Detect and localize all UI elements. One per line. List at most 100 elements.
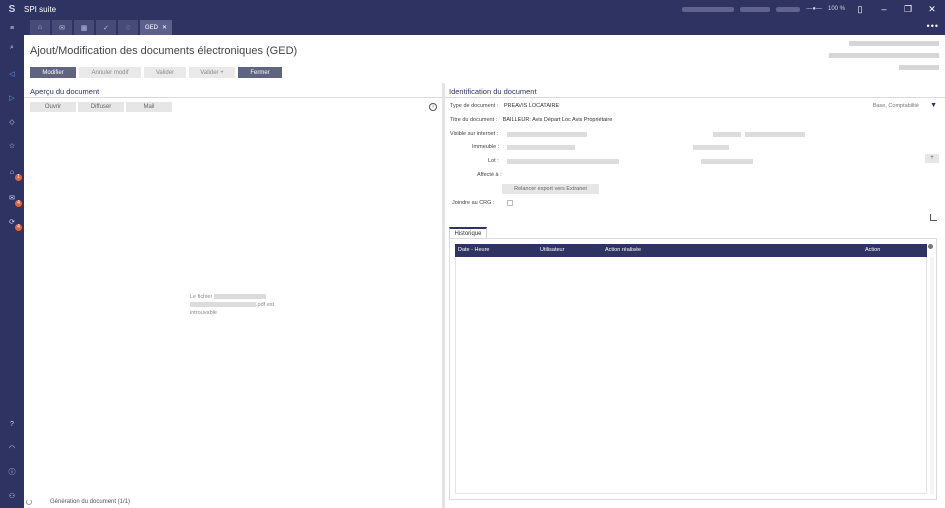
mail-icon[interactable]: ✉ 4 [4, 190, 22, 207]
user-info-blurred [682, 6, 735, 12]
info-icon[interactable]: ⓘ [4, 464, 20, 480]
tab-ged-label: GED [144, 24, 158, 31]
notification-badge: 1 [15, 174, 22, 181]
type-document-row: Type de document : PREAVIS LOCATAIRE [450, 103, 559, 109]
blurred-line [899, 65, 939, 70]
ouvrir-button[interactable]: Ouvrir [30, 102, 76, 112]
loading-spinner-icon [26, 499, 32, 505]
modifier-button[interactable]: Modifier [30, 67, 76, 78]
history-table-body [455, 257, 927, 494]
divider [24, 97, 442, 98]
joindre-crg-checkbox[interactable] [507, 200, 513, 206]
titre-document-row: Titre du document : BAILLEUR: Avis Dépar… [450, 117, 612, 123]
header-info-blurred [819, 41, 939, 77]
divider [445, 97, 945, 98]
history-table-header: Date - Heure Utilisateur Action réalisée… [455, 244, 927, 257]
historique-panel: Date - Heure Utilisateur Action réalisée… [449, 238, 937, 500]
blurred-value [701, 159, 753, 164]
history-scrollbar[interactable] [930, 257, 934, 494]
title-bar: S SPI suite —●— 100 % ▯ – ❐ ✕ [0, 0, 945, 18]
page-title: Ajout/Modification des documents électro… [30, 45, 298, 57]
preview-panel: Aperçu du document Ouvrir Diffuser Mail … [24, 83, 442, 508]
tab-strip: ⌂ ✉ ▦ ✓ ♢ GED ✕ ••• [24, 18, 945, 35]
left-navigation-rail: ≡ ⌕ ◁ ▷ ◇ ☆ ⌂ 1 ✉ 4 ⟳ 4 ? ◠ ⓘ ⚇ [0, 18, 24, 508]
identification-panel: Identification du document Base, Comptab… [445, 83, 945, 508]
app-title: SPI suite [24, 4, 57, 14]
notfound-prefix: Le fichier [190, 294, 213, 300]
preview-buttons: Ouvrir Diffuser Mail [30, 102, 172, 112]
lot-row: Lot : [488, 158, 499, 164]
sync-icon[interactable]: ⟳ 4 [4, 214, 22, 231]
calendar-icon[interactable]: ▦ [74, 20, 94, 35]
visible-internet-row: Visible sur internet : [450, 131, 498, 137]
home-icon[interactable]: ⌂ [30, 20, 50, 35]
search-icon[interactable]: ⌕ [4, 40, 20, 56]
blurred-filename [213, 294, 266, 300]
blurred-label [693, 145, 729, 150]
immeuble-label: Immeuble : [472, 144, 500, 150]
titre-document-label: Titre du document : [450, 117, 498, 123]
valider-plus-button[interactable]: Valider + [189, 67, 235, 78]
help-icon[interactable]: ? [4, 416, 20, 432]
column-action[interactable]: Action [865, 247, 880, 253]
add-button[interactable]: + [925, 154, 939, 163]
filter-icon[interactable]: ▼ [930, 102, 937, 109]
settings-dot-icon[interactable] [928, 244, 933, 249]
expand-icon[interactable] [930, 214, 937, 221]
tab-close-icon[interactable]: ✕ [162, 24, 167, 31]
favorites-star-icon[interactable]: ☆ [4, 138, 20, 154]
valider-button[interactable]: Valider [144, 67, 186, 78]
mail-tab-icon[interactable]: ✉ [52, 20, 72, 35]
document-icon[interactable]: ▯ [851, 4, 869, 15]
fermer-button[interactable]: Fermer [238, 67, 282, 78]
relancer-export-button[interactable]: Relancer export vers Extranet [502, 184, 599, 194]
collapse-left-icon[interactable]: ◁ [4, 66, 20, 82]
identification-title: Identification du document [449, 87, 537, 96]
immeuble-value-blurred[interactable] [507, 145, 575, 150]
affecte-label: Affecté à : [477, 172, 502, 178]
user-icon[interactable]: ⚇ [4, 488, 20, 504]
joindre-crg-label: Joindre au CRG : [452, 200, 495, 206]
info-icon[interactable]: i [429, 103, 437, 111]
check-icon[interactable]: ✓ [96, 20, 116, 35]
menu-icon[interactable]: ≡ [4, 20, 20, 36]
code-icon[interactable]: ◇ [4, 114, 20, 130]
titre-document-value[interactable]: BAILLEUR: Avis Départ Loc Avis Propriéta… [503, 117, 613, 123]
type-document-label: Type de document : [450, 103, 499, 109]
diffuser-button[interactable]: Diffuser [78, 102, 124, 112]
zoom-level: 100 % [827, 6, 845, 12]
column-action-realisee[interactable]: Action réalisée [605, 247, 641, 253]
lot-value-blurred[interactable] [507, 159, 619, 164]
status-info-blurred [776, 6, 801, 12]
blurred-filename [190, 302, 256, 308]
mail-button[interactable]: Mail [126, 102, 172, 112]
notification-badge: 4 [15, 200, 22, 207]
base-comptabilite-link[interactable]: Base, Comptabilité [873, 103, 919, 109]
notification-badge: 4 [15, 224, 22, 231]
column-utilisateur[interactable]: Utilisateur [540, 247, 564, 253]
preview-title: Aperçu du document [30, 87, 100, 96]
headset-icon[interactable]: ◠ [4, 440, 20, 456]
visible-internet-label: Visible sur internet : [450, 131, 499, 137]
tab-ged[interactable]: GED ✕ [140, 20, 172, 35]
column-date-heure[interactable]: Date - Heure [458, 247, 490, 253]
restore-button[interactable]: ❐ [899, 4, 917, 15]
status-bar: Génération du document (1/1) [26, 499, 130, 505]
affecte-row: Affecté à : [477, 172, 502, 178]
expand-right-icon[interactable]: ▷ [4, 90, 20, 106]
bell-icon[interactable]: ♢ [118, 20, 138, 35]
blurred-line [829, 53, 939, 58]
type-document-value[interactable]: PREAVIS LOCATAIRE [504, 103, 559, 109]
more-options-icon[interactable]: ••• [927, 21, 939, 31]
blurred-value [745, 132, 805, 137]
visible-internet-value-blurred[interactable] [507, 132, 587, 137]
minimize-button[interactable]: – [875, 4, 893, 14]
close-button[interactable]: ✕ [923, 4, 941, 15]
lock-icon[interactable]: ⌂ 1 [4, 164, 22, 181]
blurred-label [713, 132, 741, 137]
zoom-slider-icon[interactable]: —●— [806, 6, 822, 12]
file-not-found-message: Le fichier .pdf est introuvable [190, 293, 274, 317]
annuler-modif-button[interactable]: Annuler modif [79, 67, 141, 78]
action-toolbar: Modifier Annuler modif Valider Valider +… [30, 67, 282, 78]
lot-label: Lot : [488, 158, 499, 164]
